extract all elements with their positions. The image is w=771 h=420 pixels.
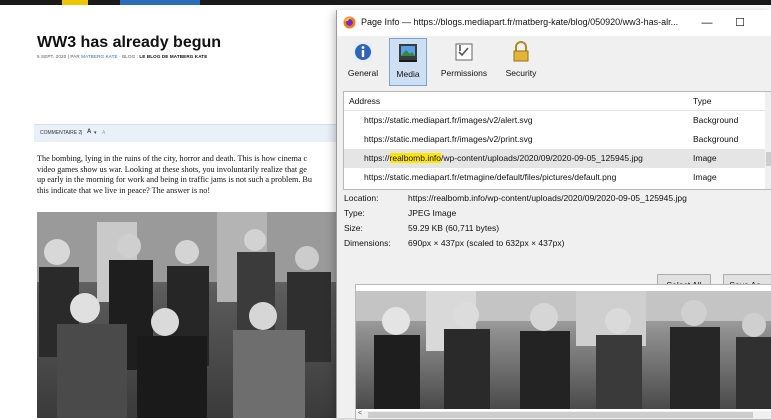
media-row[interactable]: https://static.mediapart.fr/images/v2/pr…	[344, 130, 771, 149]
media-row[interactable]: https://static.mediapart.fr/etmagine/def…	[344, 168, 771, 187]
article-photo	[37, 212, 337, 418]
detail-size-label: Size:	[344, 223, 363, 233]
media-list-header: Address Type	[344, 92, 771, 111]
dialog-title: Page Info — https://blogs.mediapart.fr/m…	[361, 17, 679, 27]
media-row-type: Image	[693, 172, 717, 182]
dialog-titlebar[interactable]: Page Info — https://blogs.mediapart.fr/m…	[337, 10, 771, 36]
column-header-type[interactable]: Type	[693, 96, 711, 106]
article-line: The bombing, lying in the ruins of the c…	[37, 154, 308, 163]
tab-permissions-label: Permissions	[440, 68, 488, 78]
article-line: video games show us war. Looking at thes…	[37, 164, 307, 174]
permissions-icon	[455, 43, 473, 61]
tab-security-label: Security	[505, 68, 537, 78]
media-row-address: https://realbomb.info/wp-content/uploads…	[364, 153, 643, 163]
preview-scrollbar-thumb[interactable]	[368, 412, 753, 418]
font-size-decrease[interactable]: A	[102, 130, 105, 136]
media-row-type: Background	[693, 134, 739, 144]
byline-blog-label: BLOG :	[122, 54, 138, 59]
article-body: The bombing, lying in the ruins of the c…	[37, 154, 337, 196]
detail-type-label: Type:	[344, 208, 365, 218]
media-icon	[399, 44, 417, 62]
byline-date: 5 SEPT. 2020	[37, 54, 67, 59]
media-list[interactable]: Address Type https://static.mediapart.fr…	[343, 91, 771, 190]
article-line: up early in the morning for work and bei…	[37, 175, 312, 185]
lock-icon	[513, 41, 529, 62]
detail-location-value: https://realbomb.info/wp-content/uploads…	[408, 193, 687, 203]
photo-figures	[37, 212, 337, 418]
highlighted-domain: realbomb.info	[389, 153, 442, 163]
detail-dimensions-value: 690px × 437px (scaled to 632px × 437px)	[408, 238, 565, 248]
tab-security[interactable]: Security	[501, 38, 541, 84]
detail-size-value: 59.29 KB (60,711 bytes)	[408, 223, 500, 233]
address-suffix: /wp-content/uploads/2020/09/2020-09-05_1…	[441, 153, 643, 163]
comment-bar: COMMENTAIRE 2 | A ▾ A	[34, 124, 344, 142]
image-preview: <	[355, 284, 771, 420]
detail-dimensions-label: Dimensions:	[344, 238, 391, 248]
tab-general[interactable]: General	[345, 38, 381, 84]
address-prefix: https://	[364, 153, 390, 163]
article-line: this indicate that we live in peace? The…	[37, 185, 211, 195]
tab-general-label: General	[347, 68, 379, 78]
font-size-arrow-icon[interactable]: ▾	[94, 130, 97, 136]
scrollbar-thumb[interactable]	[766, 152, 771, 166]
minimize-button[interactable]: —	[697, 14, 717, 32]
column-header-address[interactable]: Address	[349, 96, 380, 106]
media-row-type: Background	[693, 115, 739, 125]
media-row-selected[interactable]: https://realbomb.info/wp-content/uploads…	[344, 149, 771, 168]
media-row[interactable]: https://static.mediapart.fr/images/v2/al…	[344, 111, 771, 130]
comment-count-link[interactable]: COMMENTAIRE 2	[40, 130, 81, 136]
byline-author-link[interactable]: MATBERG KATE	[81, 54, 118, 59]
preview-image	[356, 291, 771, 409]
detail-location-label: Location:	[344, 193, 379, 203]
tab-media-label: Media	[396, 69, 420, 79]
scroll-left-arrow-icon[interactable]: <	[358, 410, 362, 417]
info-icon	[353, 42, 373, 62]
byline-blog-link[interactable]: LE BLOG DE MATBERG KATE	[139, 54, 207, 59]
media-row-address: https://static.mediapart.fr/images/v2/al…	[364, 115, 533, 125]
tab-permissions[interactable]: Permissions	[433, 38, 495, 84]
close-button[interactable]	[761, 14, 771, 32]
site-top-stripe	[0, 0, 771, 5]
maximize-button[interactable]: ☐	[730, 14, 750, 32]
tab-media[interactable]: Media	[389, 38, 427, 86]
article-title: WW3 has already begun	[37, 34, 222, 51]
detail-type-value: JPEG Image	[408, 208, 457, 218]
article-byline: 5 SEPT. 2020 | PAR MATBERG KATE · BLOG :…	[37, 54, 208, 59]
dialog-tab-toolbar: General Media Permissions Security	[337, 36, 771, 88]
font-size-increase[interactable]: A	[87, 129, 91, 135]
media-row-type: Image	[693, 153, 717, 163]
page-info-dialog: Page Info — https://blogs.mediapart.fr/m…	[336, 10, 771, 420]
stripe-yellow	[62, 0, 88, 5]
byline-by: PAR	[70, 54, 80, 59]
media-row-address: https://static.mediapart.fr/images/v2/pr…	[364, 134, 533, 144]
firefox-icon	[343, 16, 356, 29]
media-row-address: https://static.mediapart.fr/etmagine/def…	[364, 172, 617, 182]
stripe-blue	[120, 0, 200, 5]
separator: |	[81, 130, 83, 136]
preview-figures	[356, 291, 771, 409]
media-list-scrollbar[interactable]	[765, 92, 771, 189]
